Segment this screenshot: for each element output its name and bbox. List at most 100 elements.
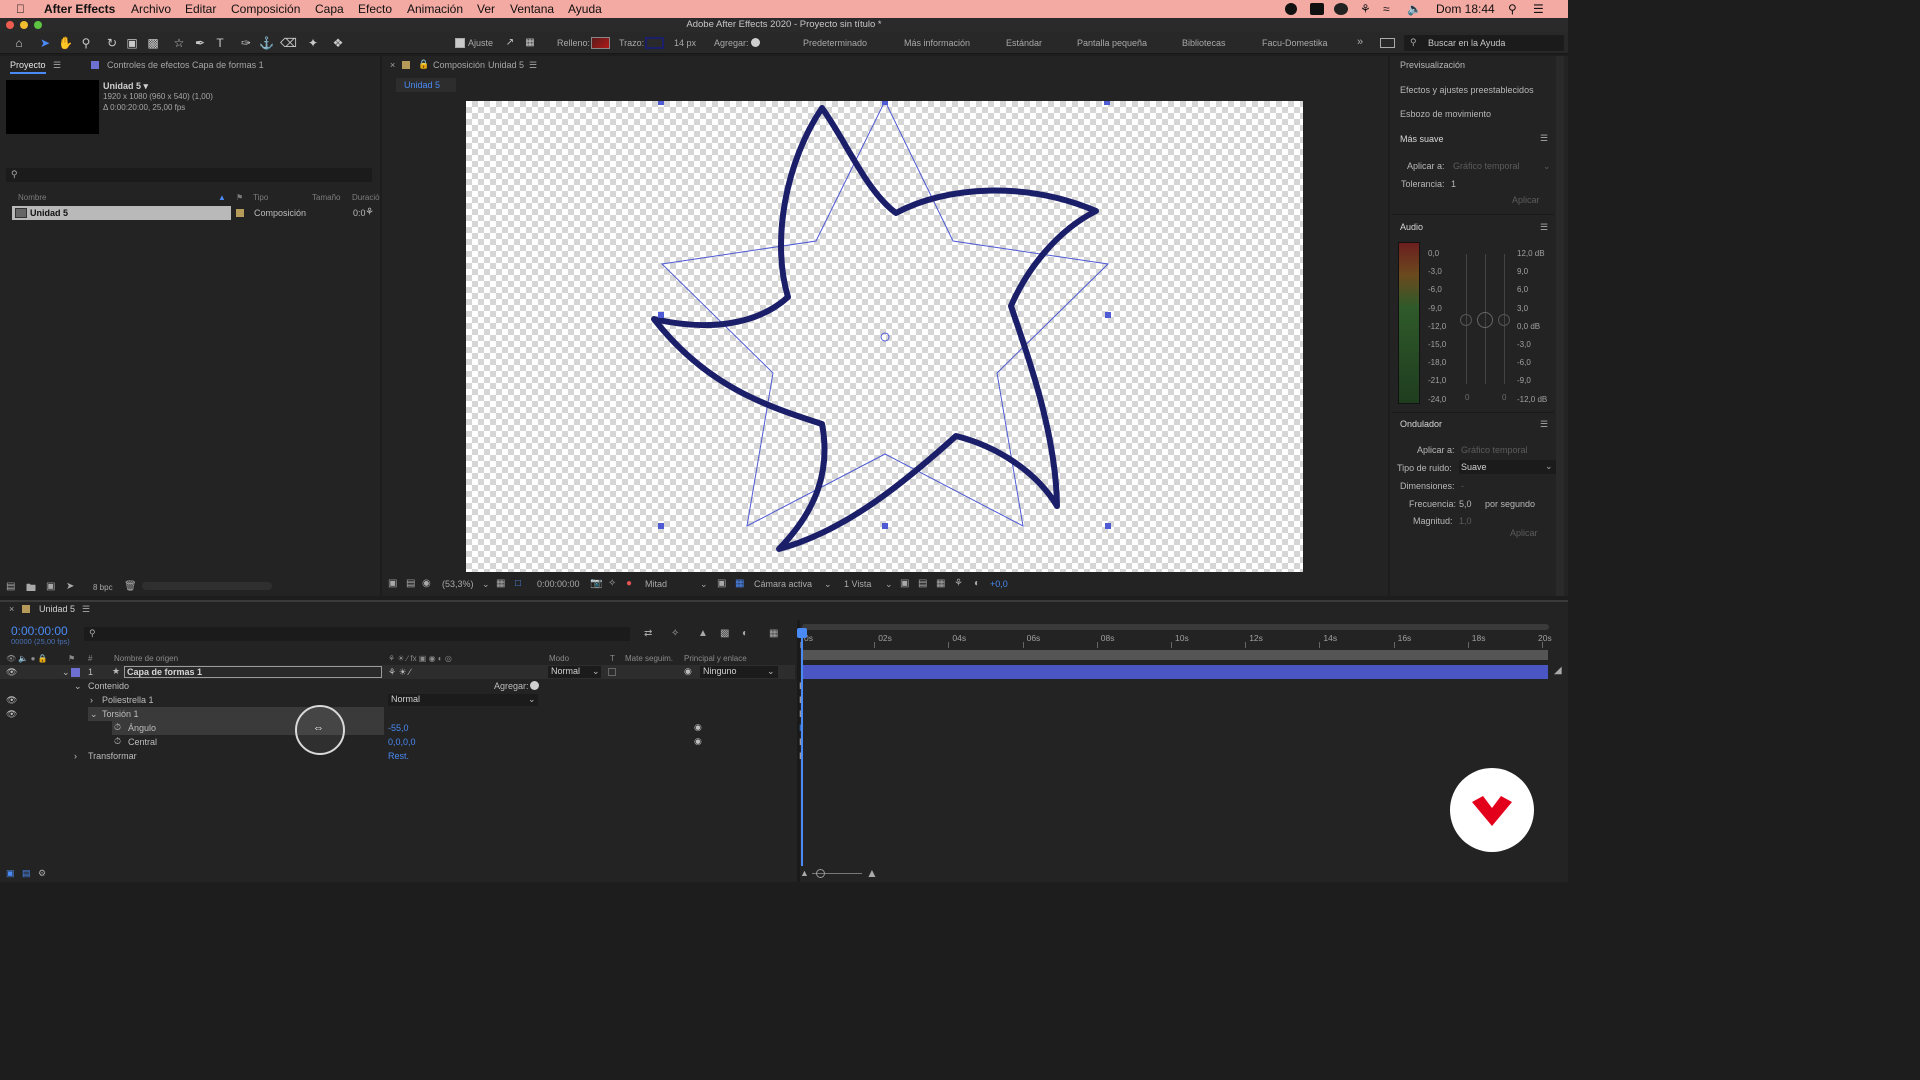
close-timeline-icon[interactable]: × bbox=[9, 604, 14, 614]
ajuste-checkbox[interactable] bbox=[455, 38, 465, 48]
comp-tab-name[interactable]: Unidad 5 bbox=[488, 60, 524, 70]
track-matte-header[interactable]: Mate seguim. bbox=[625, 654, 673, 663]
menu-ver[interactable]: Ver bbox=[477, 2, 495, 16]
preserve-transparency-checkbox[interactable] bbox=[608, 668, 616, 676]
playhead-line[interactable] bbox=[801, 628, 803, 866]
bit-depth-label[interactable]: 8 bpc bbox=[93, 583, 113, 592]
menu-ayuda[interactable]: Ayuda bbox=[568, 2, 602, 16]
selection-tool-icon[interactable]: ➤ bbox=[38, 36, 52, 50]
spotlight-search-icon[interactable]: ⚲ bbox=[1508, 2, 1517, 16]
angle-row[interactable]: ⏱ Ángulo -55,0 ◉ bbox=[0, 721, 795, 735]
parent-dropdown[interactable]: Ninguno ⌄ bbox=[700, 666, 778, 678]
project-scrollbar[interactable] bbox=[142, 582, 272, 590]
view-layout[interactable]: 1 Vista bbox=[844, 579, 871, 589]
snap-icon[interactable]: ↗ bbox=[503, 36, 517, 50]
pan-behind-tool-icon[interactable]: ▩ bbox=[146, 36, 160, 50]
resolution-value[interactable]: Mitad bbox=[645, 579, 667, 589]
timeline-timecode[interactable]: 0:00:00:00 bbox=[11, 624, 68, 638]
layer-twirl-icon[interactable]: ⌄ bbox=[62, 667, 70, 678]
motion-blur-icon[interactable]: ◐ bbox=[742, 628, 748, 639]
layer-switch-icons[interactable]: ⚘ ☀ ∕ bbox=[388, 667, 411, 678]
time-ruler[interactable]: 0s 02s 04s 06s 08s 10s 12s 14s 16s 18s 20s bbox=[800, 628, 1552, 648]
preview-panel-tab[interactable]: Previsualización bbox=[1400, 60, 1465, 70]
menu-animacion[interactable]: Animación bbox=[407, 2, 463, 16]
column-size[interactable]: Tamaño bbox=[312, 193, 340, 202]
view-layout-dropdown-icon[interactable]: ⌄ bbox=[885, 579, 893, 590]
snap-options-icon[interactable]: ▦ bbox=[523, 36, 537, 50]
type-tool-icon[interactable]: T bbox=[213, 36, 227, 50]
comp-subtab-label[interactable]: Unidad 5 bbox=[404, 80, 440, 90]
region-preview-icon[interactable]: ▤ bbox=[406, 578, 415, 589]
twist-row[interactable]: 👁 ⌄ Torsión 1 bbox=[0, 707, 795, 721]
screen-icon[interactable] bbox=[1310, 3, 1324, 15]
smoother-apply-to-value[interactable]: Gráfico temporal bbox=[1453, 161, 1520, 171]
layer-name-field[interactable]: Capa de formas 1 bbox=[124, 666, 382, 678]
parent-header[interactable]: Principal y enlace bbox=[684, 654, 747, 663]
polystar-row[interactable]: 👁 › Poliestrella 1 Normal ⌄ bbox=[0, 693, 795, 707]
new-folder-icon[interactable]: 🖿 bbox=[26, 581, 36, 598]
comp-mini-flowchart-icon[interactable]: ⇄ bbox=[644, 628, 652, 639]
toggle-pixel-aspect-icon[interactable]: ▣ bbox=[900, 578, 909, 589]
contents-twirl-icon[interactable]: ⌄ bbox=[74, 681, 82, 692]
smoother-title[interactable]: Más suave bbox=[1400, 134, 1444, 144]
close-window-icon[interactable] bbox=[6, 21, 14, 29]
shy-layers-icon[interactable]: ▲ bbox=[698, 628, 708, 639]
stroke-color-swatch[interactable] bbox=[645, 37, 664, 49]
transform-reset[interactable]: Rest. bbox=[388, 751, 409, 761]
camera-view[interactable]: Cámara activa bbox=[754, 579, 812, 589]
star-tool-icon[interactable]: ☆ bbox=[172, 36, 186, 50]
audio-fader-left[interactable] bbox=[1460, 314, 1472, 326]
layer-mode-dropdown[interactable]: Normal ⌄ bbox=[548, 666, 601, 678]
noise-type-dropdown[interactable]: Suave ⌄ bbox=[1459, 460, 1556, 474]
always-preview-icon[interactable]: ▣ bbox=[388, 578, 397, 589]
volume-icon[interactable]: 🔈 bbox=[1407, 2, 1422, 16]
relleno-label[interactable]: Relleno: bbox=[557, 38, 590, 48]
center-value[interactable]: 0,0,0,0 bbox=[388, 737, 416, 747]
maximize-window-icon[interactable] bbox=[34, 21, 42, 29]
dimensions-value[interactable]: - bbox=[1461, 481, 1464, 491]
clock[interactable]: Dom 18:44 bbox=[1436, 2, 1495, 16]
angle-pickwhip-icon[interactable]: ◉ bbox=[694, 722, 702, 733]
comp-subtab[interactable]: Unidad 5 bbox=[396, 78, 456, 92]
current-time[interactable]: 0:00:00:00 bbox=[537, 579, 580, 589]
shape-layer-view[interactable] bbox=[466, 101, 1303, 572]
motion-sketch-tab[interactable]: Esbozo de movimiento bbox=[1400, 109, 1491, 119]
polystar-twirl-icon[interactable]: › bbox=[90, 695, 93, 705]
timeline-search-input[interactable]: ⚲ bbox=[84, 627, 630, 641]
effects-presets-tab[interactable]: Efectos y ajustes preestablecidos bbox=[1400, 85, 1534, 95]
transparency-grid-icon[interactable]: ▦ bbox=[735, 578, 744, 589]
puppet-pin-tool-icon[interactable]: ❖ bbox=[331, 36, 345, 50]
label-header-icon[interactable]: ⚑ bbox=[68, 654, 75, 663]
playhead-handle[interactable] bbox=[797, 628, 807, 638]
tolerance-value[interactable]: 1 bbox=[1451, 179, 1456, 189]
clone-stamp-tool-icon[interactable]: ⚓ bbox=[259, 36, 274, 50]
polystar-visibility-icon[interactable]: 👁 bbox=[6, 695, 17, 706]
workspace-mas-informacion[interactable]: Más información bbox=[904, 38, 970, 48]
frequency-value[interactable]: 5,0 bbox=[1459, 499, 1472, 509]
smoother-apply-button[interactable]: Aplicar bbox=[1512, 195, 1540, 205]
source-name-header[interactable]: Nombre de origen bbox=[114, 654, 178, 663]
menu-app-name[interactable]: After Effects bbox=[44, 2, 115, 16]
brush-tool-icon[interactable]: ✑ bbox=[239, 36, 253, 50]
transform-row[interactable]: › Transformar Rest. bbox=[0, 749, 795, 763]
zoom-in-icon[interactable]: ▲ bbox=[866, 866, 878, 880]
interpret-footage-icon[interactable]: ▤ bbox=[6, 581, 15, 592]
workspace-bibliotecas[interactable]: Bibliotecas bbox=[1182, 38, 1226, 48]
comp-tab-prefix[interactable]: Composición bbox=[433, 60, 485, 70]
smoother-dropdown-icon[interactable]: ⌄ bbox=[1543, 161, 1551, 172]
timeline-tab[interactable]: Unidad 5 bbox=[39, 604, 75, 614]
project-tab[interactable]: Proyecto bbox=[10, 60, 46, 70]
layer-row[interactable]: 👁 ⌄ 1 ★ Capa de formas 1 ⚘ ☀ ∕ Normal ⌄ … bbox=[0, 665, 795, 679]
draft-3d-icon[interactable]: ✧ bbox=[671, 628, 679, 639]
zoom-dropdown-icon[interactable]: ⌄ bbox=[482, 579, 490, 590]
project-tab-menu-icon[interactable]: ☰ bbox=[53, 60, 61, 71]
twist-visibility-icon[interactable]: 👁 bbox=[6, 709, 17, 720]
graph-editor-icon[interactable]: ▦ bbox=[769, 628, 778, 639]
wiggler-apply-to-value[interactable]: Gráfico temporal bbox=[1461, 445, 1528, 455]
flowchart-icon[interactable]: ⚘ bbox=[365, 207, 374, 218]
rotate-tool-icon[interactable]: ↻ bbox=[105, 36, 119, 50]
menu-ventana[interactable]: Ventana bbox=[510, 2, 554, 16]
trazo-label[interactable]: Trazo: bbox=[619, 38, 644, 48]
workspace-pantalla-pequena[interactable]: Pantalla pequeña bbox=[1077, 38, 1147, 48]
center-row[interactable]: ⏱ Central 0,0,0,0 ◉ bbox=[0, 735, 795, 749]
